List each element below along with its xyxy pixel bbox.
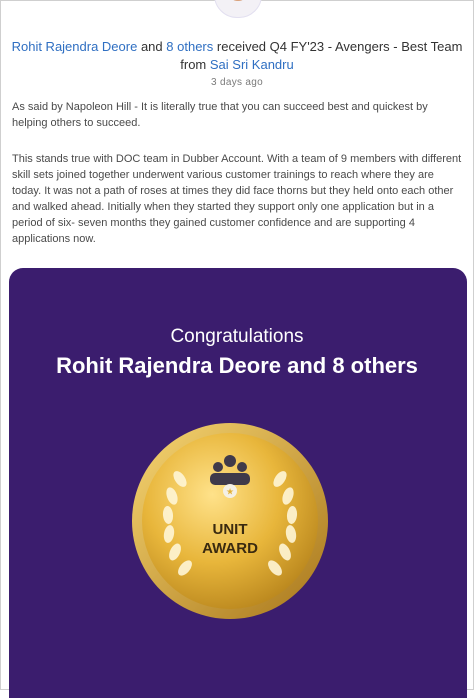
post-timestamp: 3 days ago [211, 77, 263, 88]
post-header: Rohit Rajendra Deore and 8 others receiv… [0, 38, 474, 74]
award-recipients: Rohit Rajendra Deore and 8 others [56, 353, 418, 378]
from-text: from [180, 57, 207, 72]
received-text: received Q4 FY'23 - Avengers - Best Team [216, 39, 463, 54]
congratulations-heading: Congratulations [170, 326, 304, 347]
medal-line-award: AWARD [202, 540, 258, 557]
svg-text:★: ★ [226, 488, 234, 498]
avatar-face [228, 0, 248, 1]
others-link[interactable]: 8 others [166, 39, 213, 54]
post-paragraph-1: As said by Napoleon Hill - It is literal… [12, 101, 428, 129]
sender-link[interactable]: Sai Sri Kandru [210, 57, 294, 72]
medal-label: UNIT AWARD [130, 520, 330, 558]
recipient-link[interactable]: Rohit Rajendra Deore [12, 39, 138, 54]
medal-line-unit: UNIT [212, 521, 248, 538]
conjunction-text: and [140, 39, 163, 54]
post-paragraph-2: This stands true with DOC team in Dubber… [12, 153, 462, 245]
